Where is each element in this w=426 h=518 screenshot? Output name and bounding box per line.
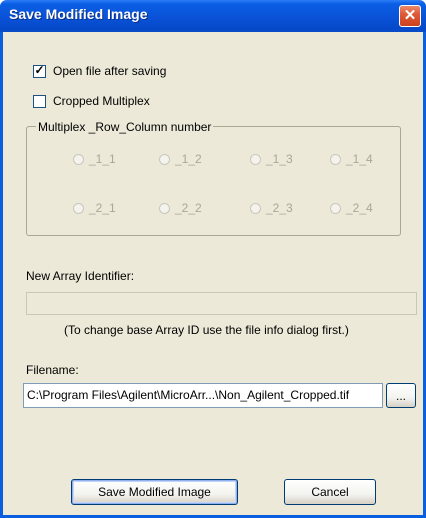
radio-1-3[interactable] — [250, 154, 261, 165]
dialog-title: Save Modified Image — [9, 6, 148, 22]
radio-1-2[interactable] — [159, 154, 170, 165]
open-after-saving-label[interactable]: Open file after saving — [53, 64, 166, 78]
radio-label-1-4: _1_4 — [346, 152, 373, 166]
multiplex-groupbox — [26, 126, 401, 236]
title-bar[interactable]: Save Modified Image ✕ — [0, 0, 426, 32]
filename-label: Filename: — [26, 363, 79, 377]
cancel-button[interactable]: Cancel — [284, 479, 376, 505]
radio-2-3[interactable] — [250, 203, 261, 214]
radio-label-2-2: _2_2 — [175, 201, 202, 215]
cropped-multiplex-label[interactable]: Cropped Multiplex — [53, 94, 150, 108]
open-after-saving-checkbox[interactable]: ✓ — [33, 63, 46, 78]
radio-1-1[interactable] — [73, 154, 84, 165]
radio-label-2-4: _2_4 — [346, 201, 373, 215]
array-id-hint: (To change base Array ID use the file in… — [64, 323, 349, 337]
checkmark-icon: ✓ — [34, 63, 45, 77]
multiplex-group-legend: Multiplex _Row_Column number — [36, 120, 214, 134]
save-modified-image-button[interactable]: Save Modified Image — [71, 479, 238, 505]
close-icon[interactable]: ✕ — [399, 5, 421, 27]
radio-2-2[interactable] — [159, 203, 170, 214]
filename-field[interactable]: C:\Program Files\Agilent\MicroArr...\Non… — [23, 383, 383, 408]
array-identifier-label: New Array Identifier: — [26, 269, 135, 283]
radio-label-1-1: _1_1 — [89, 152, 116, 166]
radio-1-4[interactable] — [330, 154, 341, 165]
browse-button[interactable]: ... — [386, 383, 416, 408]
radio-2-4[interactable] — [330, 203, 341, 214]
radio-label-2-3: _2_3 — [266, 201, 293, 215]
radio-label-1-3: _1_3 — [266, 152, 293, 166]
cropped-multiplex-checkbox[interactable] — [33, 95, 46, 108]
array-identifier-field[interactable] — [26, 292, 417, 315]
radio-label-1-2: _1_2 — [175, 152, 202, 166]
radio-label-2-1: _2_1 — [89, 201, 116, 215]
radio-2-1[interactable] — [73, 203, 84, 214]
